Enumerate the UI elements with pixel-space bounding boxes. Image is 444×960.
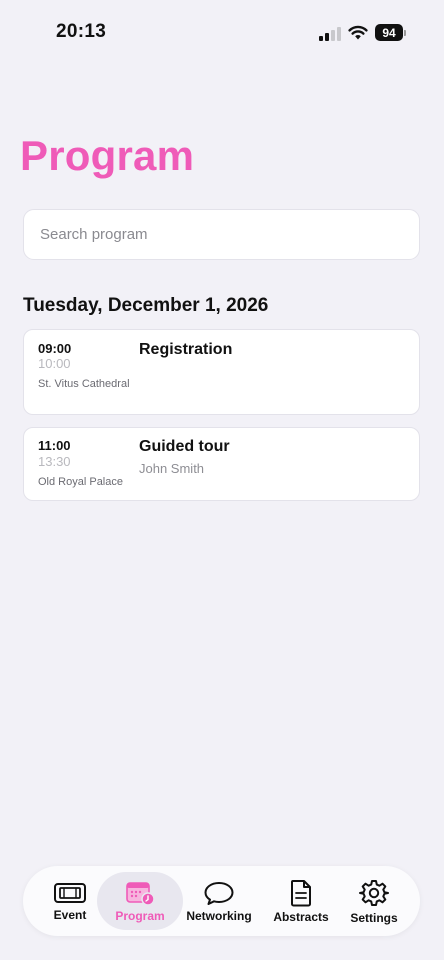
calendar-clock-icon	[126, 881, 155, 906]
tab-label: Event	[53, 907, 87, 922]
tab-abstracts[interactable]: Abstracts	[267, 866, 335, 936]
cellular-signal-icon	[319, 25, 341, 41]
status-time: 20:13	[56, 21, 107, 42]
session-start-time: 09:00	[38, 341, 72, 356]
search-input[interactable]	[40, 226, 419, 243]
tab-event[interactable]: Event	[41, 866, 99, 936]
session-speaker: John Smith	[139, 461, 205, 476]
chat-bubble-icon	[204, 881, 234, 905]
tab-networking[interactable]: Networking	[183, 866, 255, 936]
tab-label: Networking	[186, 908, 252, 923]
ticket-icon	[54, 882, 86, 903]
battery-icon: 94	[375, 24, 406, 41]
bottom-tab-bar: Event Program Networking Abstracts Setti…	[23, 866, 420, 936]
status-bar: 20:13 94	[0, 0, 444, 64]
session-card[interactable]: 09:00 10:00 St. Vitus Cathedral Registra…	[23, 329, 420, 415]
session-card[interactable]: 11:00 13:30 Old Royal Palace Guided tour…	[23, 427, 420, 501]
tab-label: Settings	[350, 910, 398, 925]
session-start-time: 11:00	[38, 438, 71, 453]
session-end-time: 10:00	[38, 356, 71, 371]
session-title: Registration	[139, 341, 233, 358]
session-location: St. Vitus Cathedral	[38, 378, 130, 390]
program-screen: 20:13 94 Program Tuesday, December 1,	[0, 0, 444, 960]
day-header: Tuesday, December 1, 2026	[23, 295, 269, 316]
tab-label: Abstracts	[273, 909, 329, 924]
tab-settings[interactable]: Settings	[343, 866, 405, 936]
tab-label: Program	[115, 908, 165, 923]
wifi-icon	[348, 25, 368, 40]
status-icons: 94	[319, 24, 406, 41]
document-icon	[291, 879, 311, 906]
tab-program[interactable]: Program	[107, 866, 173, 936]
session-end-time: 13:30	[38, 454, 71, 469]
gear-icon	[359, 879, 389, 906]
session-title: Guided tour	[139, 438, 230, 455]
battery-level: 94	[375, 24, 403, 41]
session-location: Old Royal Palace	[38, 476, 123, 488]
page-title: Program	[20, 132, 195, 179]
search-box[interactable]	[23, 209, 420, 260]
